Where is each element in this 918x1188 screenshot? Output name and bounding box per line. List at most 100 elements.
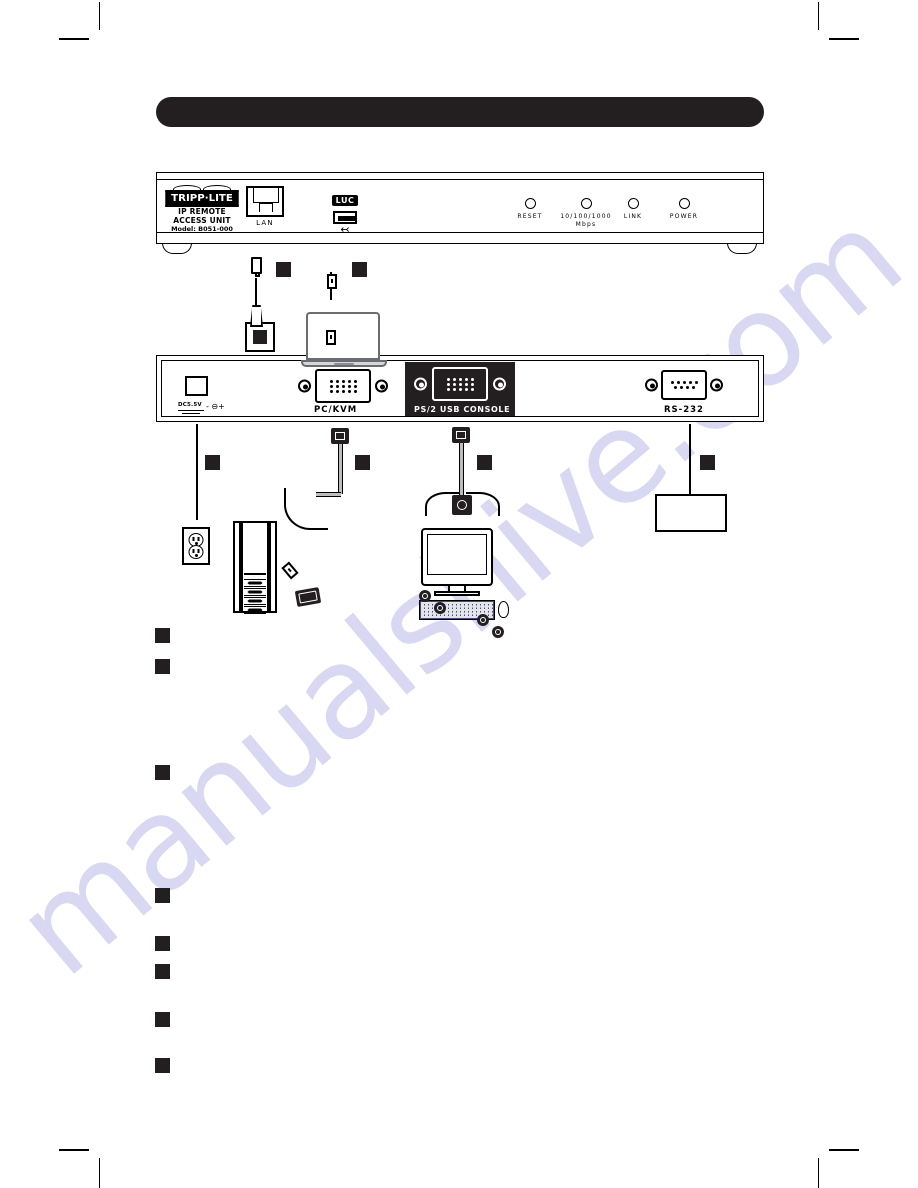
- tower-slot-3: [244, 597, 266, 605]
- console-cable-main: [459, 443, 464, 499]
- crop-mark-bottom-right-h: [829, 1149, 859, 1151]
- console-screw-left: [414, 377, 427, 391]
- rack-foot-left: [162, 243, 192, 254]
- lan-port-label: LAN: [256, 219, 274, 227]
- wall-outlet: [182, 527, 210, 565]
- step-marker-4: [155, 888, 170, 903]
- kvm-usb-connector: [281, 561, 299, 580]
- ps2-keyboard-connector: [419, 590, 431, 602]
- rs232-shell: [661, 370, 707, 400]
- console-pins: [434, 369, 486, 399]
- rs232-cable-wire: [689, 424, 691, 496]
- rs232-screw-left: [645, 378, 658, 392]
- step-marker-2: [155, 659, 170, 674]
- luc-usb-group: LUC ↢: [325, 190, 365, 235]
- rj45-connector-bottom: [250, 305, 263, 327]
- usb-trident-icon: ↢: [340, 223, 350, 236]
- console-connector: [414, 367, 506, 401]
- reset-led-icon: [524, 198, 536, 209]
- crop-mark-top-right-h: [829, 38, 859, 40]
- tripp-lite-logo: TRIPP·LITE IP REMOTE ACCESS UNIT Model: …: [165, 185, 239, 234]
- console-screw-right: [493, 377, 506, 391]
- pc-kvm-screw-right: [375, 379, 388, 393]
- outlet-socket-bottom: [188, 545, 204, 559]
- brand-name: TRIPP·LITE: [165, 190, 239, 207]
- kvm-cable-main: [338, 444, 343, 494]
- led-group-reset: RESET: [505, 198, 555, 221]
- usb-port-icon: [333, 211, 357, 224]
- power-led-icon: [678, 198, 690, 209]
- callout-rs232: [700, 455, 715, 470]
- console-cable-connector-top-inner: [456, 431, 466, 439]
- computer-tower: [233, 521, 277, 614]
- console-label: PS/2 USB CONSOLE: [414, 405, 511, 414]
- callout-usb-laptop: [352, 262, 367, 277]
- mouse-device: [498, 601, 509, 618]
- crop-mark-bottom-left: [99, 1158, 100, 1188]
- serial-device: [655, 494, 727, 532]
- step-marker-3: [155, 765, 170, 780]
- rs232-screw-right: [710, 378, 723, 392]
- crop-mark-top-left-h: [59, 38, 89, 40]
- monitor-screen: [421, 528, 493, 586]
- rs232-pins: [663, 372, 705, 398]
- crop-mark-top-right: [818, 2, 819, 30]
- reset-led-label: RESET: [517, 213, 543, 220]
- step-marker-7: [155, 1012, 170, 1027]
- callout-console: [477, 455, 492, 470]
- dc-power-jack: [185, 376, 208, 396]
- console-shell: [432, 367, 488, 401]
- network-device-inner: [253, 330, 267, 344]
- usb-console-connector-1: [477, 614, 489, 626]
- tower-slot-1: [244, 579, 266, 587]
- pc-kvm-pins: [317, 371, 369, 401]
- monitor-device: [421, 528, 493, 596]
- usb-connector-top: [327, 274, 337, 289]
- tower-side-left: [239, 523, 243, 611]
- pc-kvm-shell: [315, 369, 371, 403]
- lan-cable-wire: [255, 278, 257, 306]
- rj45-connector-top: [251, 257, 262, 277]
- speed-led-sublabel: Mbps: [575, 221, 597, 228]
- step-marker-8: [155, 1058, 170, 1073]
- step-marker-1: [155, 628, 170, 643]
- rj45-jack-icon: [246, 186, 284, 217]
- logo-swoosh: [166, 185, 238, 194]
- console-splitter-hub-inner: [457, 500, 467, 510]
- page-canvas: manualshive.com TRIPP·LITE IP REMOTE ACC…: [0, 0, 918, 1188]
- ps2-mouse-connector: [434, 602, 446, 614]
- tower-bay-divider: [244, 573, 266, 575]
- kvm-cable-loop: [284, 488, 328, 530]
- dc-voltage-label: DC5.5V: [178, 402, 202, 408]
- link-led-label: LINK: [623, 213, 643, 220]
- callout-pc-kvm: [355, 455, 370, 470]
- rs232-connector: [645, 370, 723, 400]
- callout-power: [205, 455, 220, 470]
- led-group-link: LINK: [608, 198, 658, 221]
- led-group-power: POWER: [658, 198, 710, 221]
- laptop-device: [301, 312, 387, 367]
- pc-kvm-label: PC/KVM: [314, 405, 358, 415]
- kvm-vga-connector-bottom: [294, 587, 322, 607]
- rack-foot-right: [727, 243, 757, 254]
- usb-connector-bottom: [326, 330, 336, 345]
- dc-underline-marks: [178, 410, 204, 415]
- product-line-1: IP REMOTE: [178, 207, 226, 216]
- luc-badge: LUC: [331, 195, 359, 206]
- section-banner: [156, 97, 764, 127]
- tower-slot-4: [244, 606, 266, 614]
- usb-console-connector-2: [492, 626, 504, 638]
- crop-mark-bottom-left-h: [59, 1149, 89, 1151]
- pc-kvm-screw-left: [298, 379, 311, 393]
- laptop-base: [301, 360, 387, 367]
- step-marker-6: [155, 964, 170, 979]
- power-cord-wire: [196, 424, 198, 520]
- step-marker-5: [155, 936, 170, 951]
- tower-slot-2: [244, 588, 266, 596]
- pc-kvm-connector: [298, 369, 388, 403]
- laptop-screen: [306, 312, 380, 360]
- rs232-label: RS-232: [664, 405, 704, 415]
- crop-mark-top-left: [99, 2, 100, 30]
- product-line-2: ACCESS UNIT: [173, 216, 231, 225]
- monitor-stand: [434, 591, 480, 596]
